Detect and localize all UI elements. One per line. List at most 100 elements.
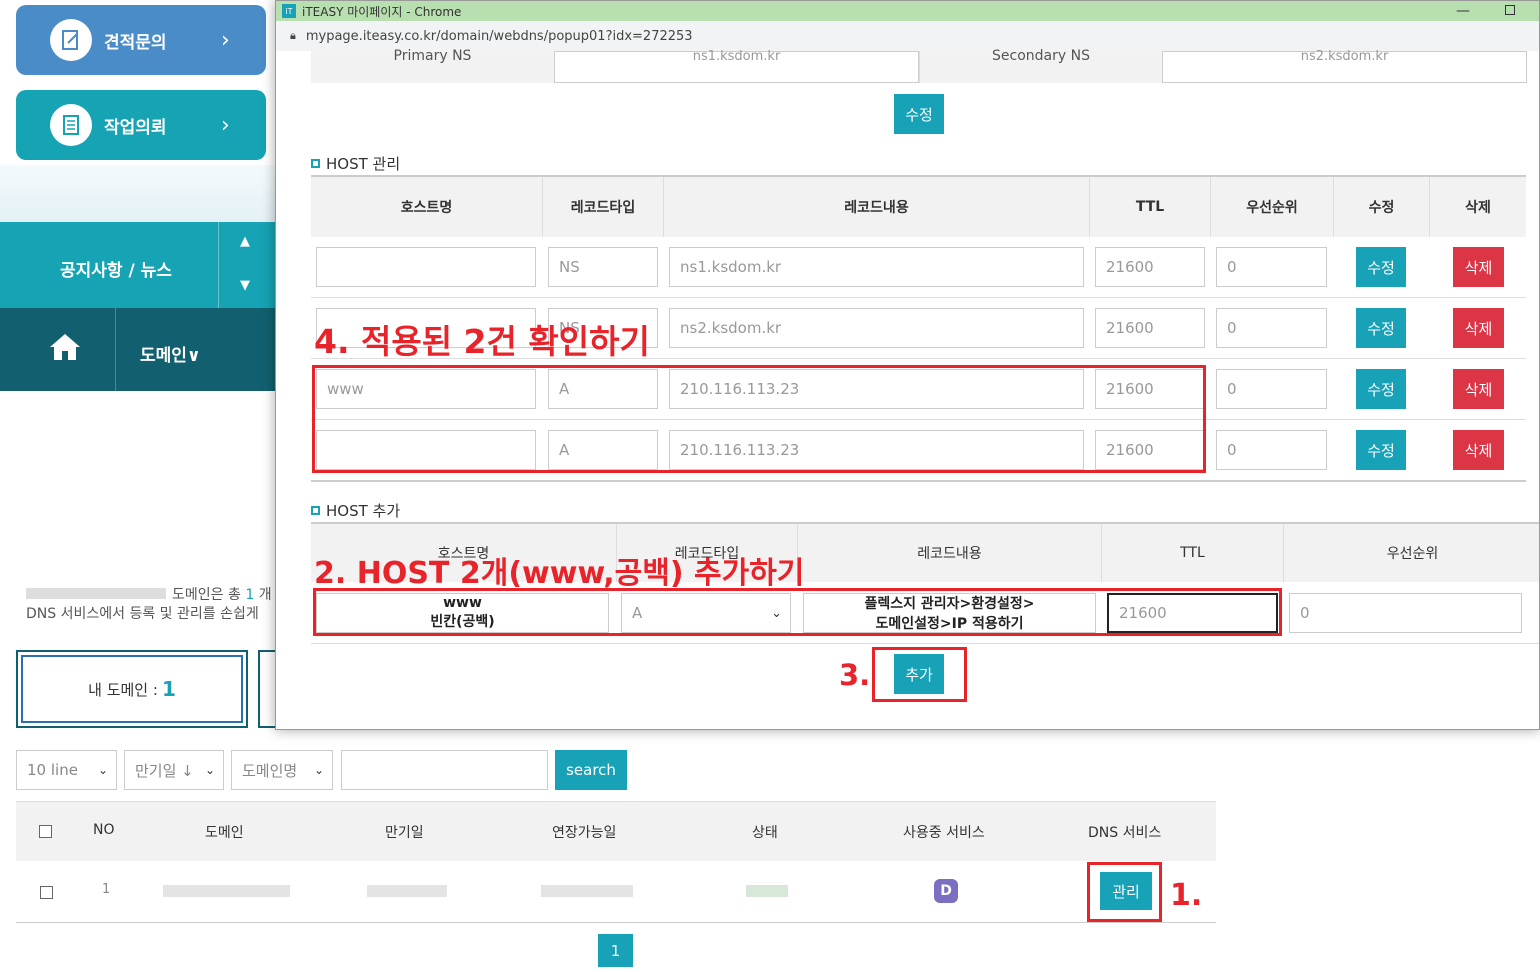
primary-ns-label-cell: Primary NS <box>311 48 554 83</box>
row-no: 1 <box>102 882 111 897</box>
th-domain: 도메인 <box>205 825 244 841</box>
home-icon[interactable] <box>48 332 82 366</box>
lines-select[interactable]: 10 line ⌄ <box>16 750 117 790</box>
annotation-step2: 2. HOST 2개(www,공백) 추가하기 <box>314 556 805 591</box>
row4-priority-input[interactable]: 0 <box>1216 430 1327 470</box>
annotation-box-add-button <box>872 647 967 702</box>
maximize-icon[interactable] <box>1505 5 1515 15</box>
notice-label: 공지사항 / 뉴스 <box>60 261 172 281</box>
section-bullet-icon <box>311 159 320 168</box>
minimize-icon[interactable]: — <box>1456 3 1470 19</box>
search-button[interactable]: search <box>555 750 627 790</box>
row3-priority-input[interactable]: 0 <box>1216 369 1327 409</box>
sort-select[interactable]: 만기일 ↓ ⌄ <box>124 750 224 790</box>
estimate-icon <box>50 19 92 61</box>
work-request-label: 작업의뢰 <box>104 117 167 138</box>
chevron-right-icon: › <box>221 27 230 53</box>
info-line2: DNS 서비스에서 등록 및 관리를 손쉽게 <box>26 606 259 622</box>
secondary-ns-label-cell: Secondary NS <box>919 48 1162 83</box>
lines-select-value: 10 line <box>27 761 78 779</box>
th-ttl: TTL <box>1089 177 1210 237</box>
primary-ns-label: Primary NS <box>393 48 472 64</box>
notice-banner[interactable]: 공지사항 / 뉴스 ▲ ▼ <box>0 222 275 308</box>
my-domain-card[interactable]: 내 도메인 :1 <box>16 650 248 728</box>
secondary-ns-input[interactable]: ns2.ksdom.kr <box>1162 49 1527 83</box>
host-manage-title: HOST 관리 <box>311 153 400 174</box>
my-domain-label: 내 도메인 : <box>88 680 158 699</box>
chevron-down-icon: ⌄ <box>313 763 324 777</box>
row1-priority-input[interactable]: 0 <box>1216 247 1327 287</box>
table-bottom-line <box>16 922 1216 923</box>
nav-domain-label: 도메인 <box>140 346 187 366</box>
search-input[interactable] <box>341 750 548 790</box>
row3-delete-button[interactable]: 삭제 <box>1453 369 1504 409</box>
add-table-bottomline <box>311 643 1539 644</box>
service-badge-icon: D <box>934 879 958 903</box>
row3-edit-button[interactable]: 수정 <box>1356 369 1406 409</box>
ns-edit-button[interactable]: 수정 <box>894 94 944 134</box>
estimate-label: 견적문의 <box>104 32 167 53</box>
add-th-priority: 우선순위 <box>1283 524 1539 582</box>
lock-icon: 🔒︎ <box>290 29 296 42</box>
work-request-button[interactable]: 작업의뢰 › <box>16 90 266 160</box>
field-select-value: 도메인명 <box>242 761 298 780</box>
sort-select-value: 만기일 ↓ <box>135 761 194 780</box>
row-checkbox[interactable] <box>40 886 53 899</box>
page-1-button[interactable]: 1 <box>598 934 633 967</box>
sidebar-background <box>0 165 275 222</box>
blurred-domain <box>163 885 290 897</box>
row1-ttl-input[interactable]: 21600 <box>1095 247 1205 287</box>
notice-divider <box>218 222 219 308</box>
chevron-down-icon: ∨ <box>186 346 201 366</box>
th-record-content: 레코드내용 <box>663 177 1089 237</box>
annotation-box-add-row <box>313 588 1282 636</box>
address-bar[interactable]: 🔒︎ mypage.iteasy.co.kr/domain/webdns/pop… <box>276 21 1539 51</box>
row2-content-input[interactable]: ns2.ksdom.kr <box>669 308 1084 348</box>
primary-ns-input[interactable]: ns1.ksdom.kr <box>554 48 919 83</box>
row2-priority-input[interactable]: 0 <box>1216 308 1327 348</box>
info-count: 1 <box>245 587 255 603</box>
row2-delete-button[interactable]: 삭제 <box>1453 308 1504 348</box>
th-priority: 우선순위 <box>1210 177 1333 237</box>
host-manage-title-text: HOST 관리 <box>326 155 401 173</box>
annotation-step4: 4. 적용된 2건 확인하기 <box>314 322 650 361</box>
arrow-down-icon[interactable]: ▼ <box>240 278 250 293</box>
arrow-up-icon[interactable]: ▲ <box>240 234 250 249</box>
info-line1: 도메인은 총 <box>172 587 241 603</box>
nav-domain-menu[interactable]: 도메인∨ <box>140 341 201 366</box>
estimate-button[interactable]: 견적문의 › <box>16 5 266 75</box>
dns-popup-window: iT iTEASY 마이페이지 - Chrome — 🔒︎ mypage.ite… <box>275 0 1540 730</box>
add-priority-input[interactable]: 0 <box>1289 593 1522 633</box>
annotation-step1: 1. <box>1170 878 1203 913</box>
field-select[interactable]: 도메인명 ⌄ <box>231 750 333 790</box>
th-dns: DNS 서비스 <box>1088 825 1162 841</box>
row1-type-input[interactable]: NS <box>548 247 658 287</box>
th-renewable: 연장가능일 <box>552 825 617 841</box>
blurred-status <box>746 885 788 897</box>
row2-ttl-input[interactable]: 21600 <box>1095 308 1205 348</box>
row1-content-input[interactable]: ns1.ksdom.kr <box>669 247 1084 287</box>
primary-ns-value: ns1.ksdom.kr <box>692 48 781 64</box>
chevron-right-icon: › <box>221 112 230 138</box>
add-th-ttl: TTL <box>1101 524 1283 582</box>
row1-delete-button[interactable]: 삭제 <box>1453 247 1504 287</box>
app-logo-icon: iT <box>282 4 296 18</box>
nav-divider <box>115 308 116 391</box>
row1-host-input[interactable] <box>316 247 536 287</box>
th-expiry: 만기일 <box>385 825 424 841</box>
section-bullet-icon <box>311 506 320 515</box>
info-tail: 개 <box>258 587 272 603</box>
host-add-title-text: HOST 추가 <box>326 502 401 520</box>
select-all-checkbox[interactable] <box>39 825 52 838</box>
blurred-renewable <box>541 885 633 897</box>
window-titlebar: iT iTEASY 마이페이지 - Chrome — <box>276 1 1539 21</box>
blurred-expiry <box>367 885 447 897</box>
row4-edit-button[interactable]: 수정 <box>1356 430 1406 470</box>
domain-info-text: 도메인은 총 1 개 DNS 서비스에서 등록 및 관리를 손쉽게 <box>26 586 272 624</box>
row1-edit-button[interactable]: 수정 <box>1356 247 1406 287</box>
host-add-title: HOST 추가 <box>311 500 400 521</box>
chevron-down-icon: ⌄ <box>204 763 215 777</box>
th-hostname: 호스트명 <box>311 177 542 237</box>
row4-delete-button[interactable]: 삭제 <box>1453 430 1504 470</box>
row2-edit-button[interactable]: 수정 <box>1356 308 1406 348</box>
